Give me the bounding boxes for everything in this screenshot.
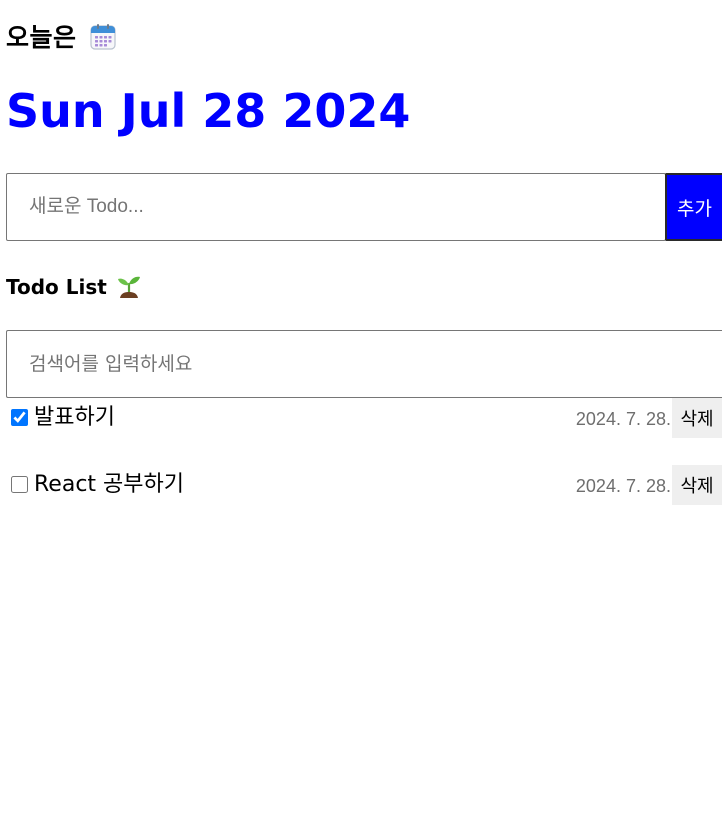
list-header: Todo List [6,272,141,302]
todo-app: 오늘은 Sun Jul 28 2024 새로운 Todo... 추가 Todo … [0,0,722,827]
today-label: 오늘은 [6,22,77,52]
todo-date: 2024. 7. 28. [575,409,671,429]
delete-button[interactable]: 삭제 [672,398,722,438]
todo-checkbox[interactable] [11,409,28,426]
search-input[interactable] [6,330,722,398]
add-button[interactable]: 추가 [665,173,722,241]
todo-date: 2024. 7. 28. [575,476,671,496]
calendar-icon [89,23,117,51]
todo-editor: 추가 [6,173,722,241]
delete-button[interactable]: 삭제 [672,465,722,505]
date-title: Sun Jul 28 2024 [6,84,411,138]
new-todo-input[interactable] [6,173,666,241]
list-title: Todo List [6,275,107,299]
todo-content: 발표하기 [34,405,115,430]
todo-checkbox[interactable] [11,476,28,493]
sprout-icon [117,274,141,300]
todo-item: 발표하기 2024. 7. 28. 삭제 [6,398,722,438]
todo-item: React 공부하기 2024. 7. 28. 삭제 [6,465,722,505]
today-header: 오늘은 [6,18,117,56]
todo-content: React 공부하기 [34,472,184,497]
